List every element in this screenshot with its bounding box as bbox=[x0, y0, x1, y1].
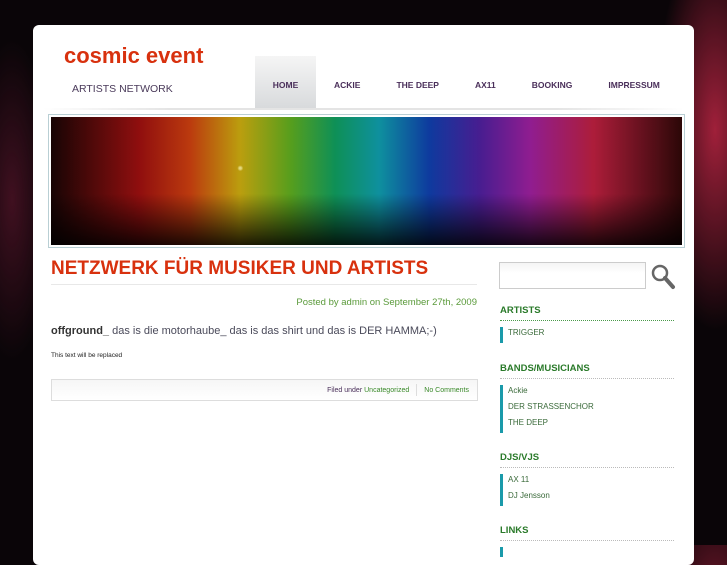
post-body-text: das is die motorhaube_ das is das shirt … bbox=[109, 325, 437, 337]
comments-link[interactable]: No Comments bbox=[424, 387, 469, 394]
footer-separator bbox=[416, 384, 418, 396]
header-banner bbox=[48, 114, 685, 248]
nav-divider bbox=[43, 108, 684, 110]
post-footer: Filed under Uncategorized No Comments bbox=[51, 379, 478, 401]
site-logo[interactable]: cosmic event bbox=[64, 43, 203, 69]
post-body: offground_ das is die motorhaube_ das is… bbox=[51, 325, 437, 337]
post-title[interactable]: NETZWERK FÜR MUSIKER UND ARTISTS bbox=[51, 258, 428, 280]
sidebar-heading: ARTISTS bbox=[500, 305, 674, 321]
post-small-text: This text will be replaced bbox=[51, 352, 123, 359]
post-meta: Posted by admin on September 27th, 2009 bbox=[296, 297, 477, 308]
sidebar-heading: BANDS/MUSICIANS bbox=[500, 363, 674, 379]
title-divider bbox=[51, 284, 477, 285]
sidebar-bands: BANDS/MUSICIANS Ackie DER STRASSENCHOR THE … bbox=[500, 363, 674, 433]
nav-ax11[interactable]: AX11 bbox=[457, 56, 514, 108]
nav-impressum[interactable]: IMPRESSUM bbox=[590, 56, 677, 108]
sidebar-link[interactable]: DER STRASSENCHOR bbox=[508, 401, 674, 417]
main-nav: HOME ACKIE THE DEEP AX11 BOOKING IMPRESS… bbox=[255, 56, 678, 108]
page-container: cosmic event ARTISTS NETWORK HOME ACKIE … bbox=[33, 25, 694, 565]
search-input[interactable] bbox=[499, 262, 646, 289]
nav-booking[interactable]: BOOKING bbox=[514, 56, 591, 108]
sidebar-djs: DJS/VJS AX 11 DJ Jensson bbox=[500, 452, 674, 506]
sidebar-link[interactable]: THE DEEP bbox=[508, 417, 674, 433]
sidebar-heading: LINKS bbox=[500, 525, 674, 541]
sidebar-artists: ARTISTS TRIGGER bbox=[500, 305, 674, 343]
nav-home[interactable]: HOME bbox=[255, 56, 316, 108]
sidebar-links: LINKS bbox=[500, 525, 674, 557]
nav-ackie[interactable]: ACKIE bbox=[316, 56, 378, 108]
category-link[interactable]: Uncategorized bbox=[364, 387, 409, 394]
sidebar-link[interactable]: DJ Jensson bbox=[508, 490, 674, 506]
search-icon[interactable] bbox=[650, 263, 676, 296]
sidebar-link[interactable]: AX 11 bbox=[508, 474, 674, 490]
filed-under-label: Filed under bbox=[327, 386, 363, 394]
sidebar-heading: DJS/VJS bbox=[500, 452, 674, 468]
banner-image bbox=[51, 117, 682, 245]
sidebar-link[interactable]: TRIGGER bbox=[508, 327, 674, 343]
post-body-bold: offground_ bbox=[51, 325, 110, 337]
sidebar-link[interactable]: Ackie bbox=[508, 385, 674, 401]
nav-the-deep[interactable]: THE DEEP bbox=[378, 56, 457, 108]
site-tagline: ARTISTS NETWORK bbox=[72, 83, 173, 95]
